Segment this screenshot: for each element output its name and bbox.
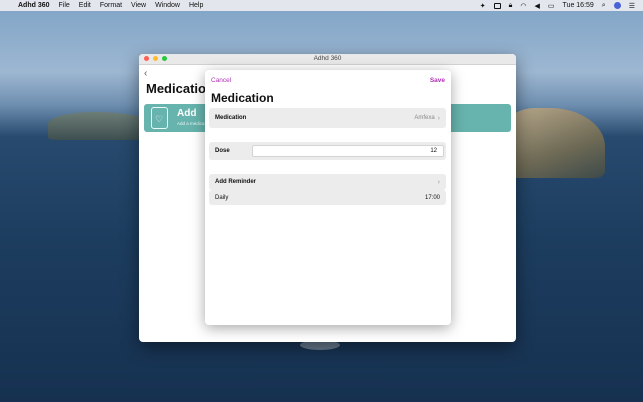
dose-row: Dose 12	[209, 142, 446, 160]
add-reminder-label: Add Reminder	[215, 179, 257, 185]
spotlight-search-icon[interactable]: ⌕	[602, 2, 606, 10]
pill-bottle-icon: ♡	[151, 107, 168, 129]
menu-edit[interactable]: Edit	[79, 2, 91, 9]
volume-icon[interactable]: ◀	[535, 2, 540, 10]
notification-center-icon[interactable]: ☰	[629, 2, 635, 10]
window-titlebar: Adhd 360	[139, 54, 516, 65]
medication-label: Medication	[215, 115, 247, 121]
page-title: Medication	[146, 81, 214, 96]
cancel-button[interactable]: Cancel	[211, 77, 231, 84]
menu-help[interactable]: Help	[189, 2, 203, 9]
medication-value: Amfexa	[414, 115, 435, 121]
save-button[interactable]: Save	[430, 77, 445, 84]
siri-icon[interactable]	[613, 2, 621, 9]
menu-window[interactable]: Window	[155, 2, 180, 9]
desktop-island-right	[505, 108, 605, 178]
close-window-button[interactable]	[144, 56, 149, 61]
battery-icon[interactable]: ▭	[548, 2, 555, 10]
window-title: Adhd 360	[313, 55, 342, 62]
add-card-subtitle: Add a medica	[177, 121, 205, 126]
chevron-right-icon: ›	[437, 178, 440, 186]
reminder-row[interactable]: Daily 17:00	[209, 190, 446, 205]
reminder-time: 17:00	[424, 194, 440, 201]
medication-row[interactable]: Medication Amfexa ›	[209, 108, 446, 128]
wifi-icon[interactable]: ◠	[520, 2, 526, 10]
add-card-title: Add	[177, 108, 197, 119]
airplay-icon[interactable]	[493, 2, 501, 9]
dropbox-icon[interactable]: ✦	[480, 2, 486, 10]
dose-label: Dose	[215, 148, 230, 154]
app-menu[interactable]: Adhd 360	[18, 2, 50, 9]
chevron-right-icon: ›	[437, 114, 440, 122]
menu-view[interactable]: View	[131, 2, 146, 9]
dose-input[interactable]: 12	[252, 145, 444, 157]
minimize-window-button[interactable]	[153, 56, 158, 61]
menu-format[interactable]: Format	[100, 2, 122, 9]
sheet-title: Medication	[211, 91, 274, 105]
zoom-window-button[interactable]	[162, 56, 167, 61]
menu-bar: Adhd 360 File Edit Format View Window He…	[0, 0, 643, 11]
add-reminder-row[interactable]: Add Reminder ›	[209, 174, 446, 190]
heart-icon: ♡	[155, 114, 164, 124]
reminder-frequency: Daily	[215, 194, 229, 201]
back-chevron-icon[interactable]: ‹	[144, 68, 147, 79]
menu-file[interactable]: File	[59, 2, 70, 9]
lock-icon[interactable]: 🔒︎	[509, 2, 513, 10]
medication-sheet: Cancel Save Medication Medication Amfexa…	[205, 70, 451, 325]
clock[interactable]: Tue 16:59	[563, 2, 594, 9]
